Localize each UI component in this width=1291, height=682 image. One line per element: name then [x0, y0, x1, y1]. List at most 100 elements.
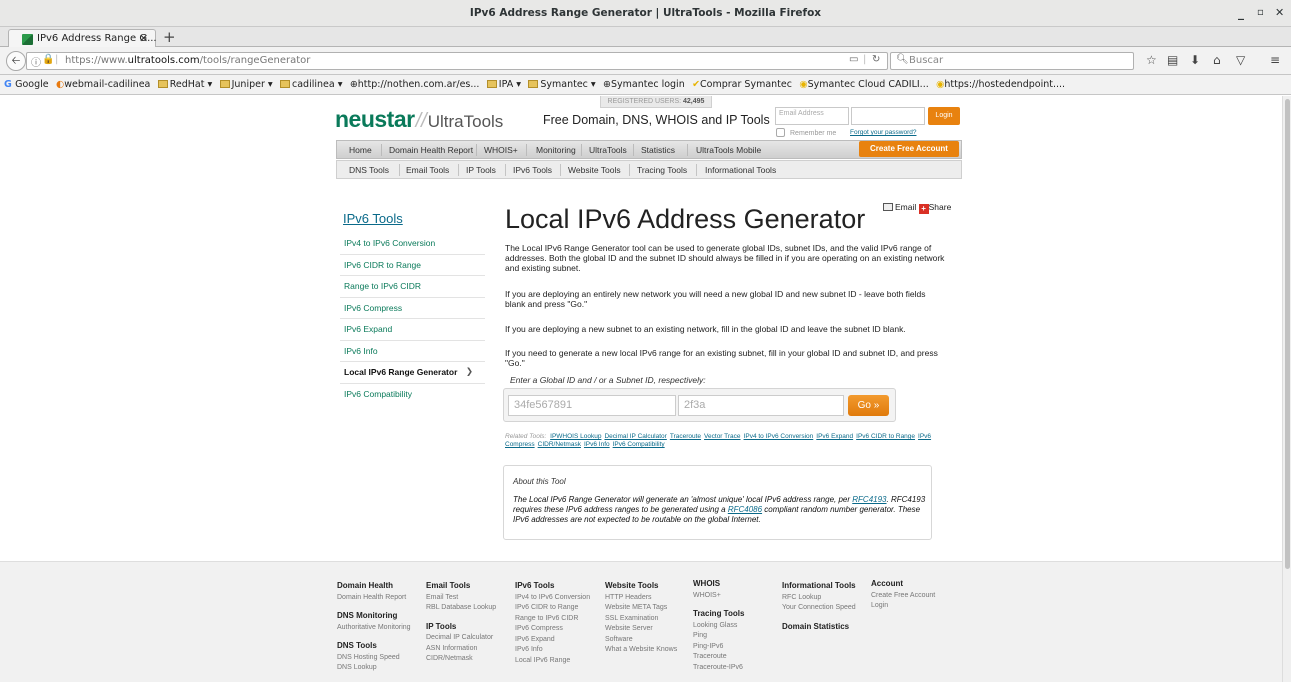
bookmark-star-icon[interactable]: ☆ — [1146, 53, 1157, 67]
sidebar-item-local-ipv6-range-generator[interactable]: Local IPv6 Range Generator ❯ — [340, 362, 485, 384]
footer-link[interactable]: DNS Hosting Speed — [337, 653, 411, 664]
footer-heading[interactable]: Tracing Tools — [693, 609, 744, 620]
tab-active[interactable]: IPv6 Address Range G... ✕ — [8, 29, 157, 48]
search-bar[interactable]: 🔍︎ Buscar — [890, 52, 1134, 70]
bookmark-juniper[interactable]: Juniper ▾ — [219, 79, 273, 90]
menu-icon[interactable]: ≡ — [1270, 53, 1280, 67]
footer-link[interactable]: Domain Health Report — [337, 593, 411, 604]
footer-heading[interactable]: Domain Health — [337, 581, 411, 592]
footer-link[interactable]: RFC Lookup — [782, 593, 856, 604]
nav-whois-plus[interactable]: WHOIS+ — [484, 145, 518, 155]
close-window-button[interactable]: ✕ — [1275, 6, 1284, 19]
nav-ultratools-mobile[interactable]: UltraTools Mobile — [696, 145, 761, 155]
bookmark-symantec-cloud[interactable]: ◉Symantec Cloud CADILI... — [799, 79, 928, 90]
subnav-ip-tools[interactable]: IP Tools — [466, 165, 496, 175]
footer-heading[interactable]: IP Tools — [426, 622, 496, 633]
footer-link[interactable]: HTTP Headers — [605, 593, 677, 604]
bookmark-nothen[interactable]: ⊕http://nothen.com.ar/es... — [350, 79, 480, 90]
related-link[interactable]: Traceroute — [670, 433, 701, 440]
related-link[interactable]: IPv4 to IPv6 Conversion — [744, 433, 814, 440]
sidebar-item-range-to-ipv6-cidr[interactable]: Range to IPv6 CIDR — [340, 276, 485, 298]
subnav-ipv6-tools[interactable]: IPv6 Tools — [513, 165, 552, 175]
footer-link[interactable]: Decimal IP Calculator — [426, 633, 496, 644]
rfc4193-link[interactable]: RFC4193 — [852, 495, 886, 504]
related-link[interactable]: Vector Trace — [704, 433, 741, 440]
sidebar-item-ipv6-compatibility[interactable]: IPv6 Compatibility — [340, 384, 485, 406]
footer-link[interactable]: Ping-IPv6 — [693, 642, 744, 653]
related-link[interactable]: Decimal IP Calculator — [604, 433, 666, 440]
login-button[interactable]: Login — [928, 107, 960, 125]
scrollbar-thumb[interactable] — [1285, 99, 1290, 569]
bookmark-hostedendpoint[interactable]: ◉https://hostedendpoint.... — [936, 79, 1065, 90]
bookmark-comprar-symantec[interactable]: ✔Comprar Symantec — [692, 79, 792, 90]
footer-heading[interactable]: IPv6 Tools — [515, 581, 590, 592]
related-link[interactable]: IPv6 Info — [584, 441, 610, 448]
sidebar-item-ipv6-expand[interactable]: IPv6 Expand — [340, 319, 485, 341]
remember-me-checkbox[interactable]: Remember me — [776, 128, 836, 137]
footer-link[interactable]: Website Server — [605, 624, 677, 635]
home-icon[interactable]: ⌂ — [1213, 53, 1221, 67]
sidebar-item-ipv6-compress[interactable]: IPv6 Compress — [340, 298, 485, 319]
nav-home[interactable]: Home — [349, 145, 372, 155]
footer-heading[interactable]: WHOIS — [693, 579, 744, 590]
footer-heading[interactable]: Informational Tools — [782, 581, 856, 592]
footer-link[interactable]: Authoritative Monitoring — [337, 623, 411, 634]
related-link[interactable]: CIDR/Netmask — [538, 441, 581, 448]
footer-link[interactable]: Create Free Account — [871, 591, 935, 602]
footer-link[interactable]: Ping — [693, 631, 744, 642]
neustar-ultratools-logo[interactable]: neustar//UltraTools — [335, 106, 503, 133]
footer-link[interactable]: Range to IPv6 CIDR — [515, 614, 590, 625]
maximize-button[interactable]: ▫ — [1257, 7, 1264, 18]
downloads-icon[interactable]: ⬇ — [1190, 53, 1200, 67]
bookmark-google[interactable]: G Google — [4, 79, 49, 90]
footer-link[interactable]: ASN Information — [426, 644, 496, 655]
related-link[interactable]: IPv6 Compatibility — [613, 441, 665, 448]
nav-ultratools[interactable]: UltraTools — [589, 145, 627, 155]
email-address-field[interactable]: Email Address — [775, 107, 849, 125]
bookmark-cadilinea[interactable]: cadilinea ▾ — [280, 79, 342, 90]
footer-link[interactable]: RBL Database Lookup — [426, 603, 496, 614]
footer-link[interactable]: SSL Examination — [605, 614, 677, 625]
subnav-tracing-tools[interactable]: Tracing Tools — [637, 165, 687, 175]
bookmark-symantec[interactable]: Symantec ▾ — [528, 79, 596, 90]
footer-link[interactable]: IPv4 to IPv6 Conversion — [515, 593, 590, 604]
create-free-account-button[interactable]: Create Free Account — [859, 141, 959, 157]
forgot-password-link[interactable]: Forgot your password? — [850, 129, 916, 136]
subnav-informational-tools[interactable]: Informational Tools — [705, 165, 776, 175]
sidebar-item-ipv6-info[interactable]: IPv6 Info — [340, 341, 485, 362]
footer-link[interactable]: Looking Glass — [693, 621, 744, 632]
footer-heading[interactable]: Website Tools — [605, 581, 677, 592]
subnav-email-tools[interactable]: Email Tools — [406, 165, 449, 175]
bookmark-ipa[interactable]: IPA ▾ — [486, 79, 521, 90]
footer-link[interactable]: Traceroute-IPv6 — [693, 663, 744, 674]
subnet-id-input[interactable]: 2f3a — [678, 395, 844, 416]
sidebar-item-ipv6-cidr-to-range[interactable]: IPv6 CIDR to Range — [340, 255, 485, 276]
footer-link[interactable]: WHOIS+ — [693, 591, 744, 602]
footer-link[interactable]: DNS Lookup — [337, 663, 411, 674]
bookmark-redhat[interactable]: RedHat ▾ — [157, 79, 212, 90]
rfc4086-link[interactable]: RFC4086 — [728, 505, 762, 514]
new-tab-button[interactable]: + — [163, 28, 176, 46]
bookmark-symantec-login[interactable]: ⊕Symantec login — [603, 79, 685, 90]
footer-link[interactable]: Traceroute — [693, 652, 744, 663]
nav-monitoring[interactable]: Monitoring — [536, 145, 576, 155]
nav-statistics[interactable]: Statistics — [641, 145, 675, 155]
footer-heading[interactable]: Domain Statistics — [782, 622, 856, 633]
go-button[interactable]: Go » — [848, 395, 889, 416]
url-bar[interactable]: ⓘ 🔒 | https://www.ultratools.com/tools/r… — [26, 52, 888, 70]
footer-heading[interactable]: Email Tools — [426, 581, 496, 592]
global-id-input[interactable]: 34fe567891 — [508, 395, 676, 416]
password-field[interactable] — [851, 107, 925, 125]
tab-close-icon[interactable]: ✕ — [139, 32, 148, 45]
subnav-dns-tools[interactable]: DNS Tools — [349, 165, 389, 175]
back-button[interactable]: 🡠 — [6, 51, 26, 71]
reader-view-icon[interactable]: ▭ — [849, 54, 858, 65]
footer-heading[interactable]: DNS Tools — [337, 641, 411, 652]
footer-link[interactable]: Website META Tags — [605, 603, 677, 614]
footer-link[interactable]: Software — [605, 635, 677, 646]
minimize-button[interactable]: _ — [1238, 6, 1244, 20]
footer-link[interactable]: IPv6 Compress — [515, 624, 590, 635]
share-link[interactable]: + Share — [918, 202, 951, 214]
related-link[interactable]: IPv6 Expand — [816, 433, 853, 440]
subnav-website-tools[interactable]: Website Tools — [568, 165, 621, 175]
